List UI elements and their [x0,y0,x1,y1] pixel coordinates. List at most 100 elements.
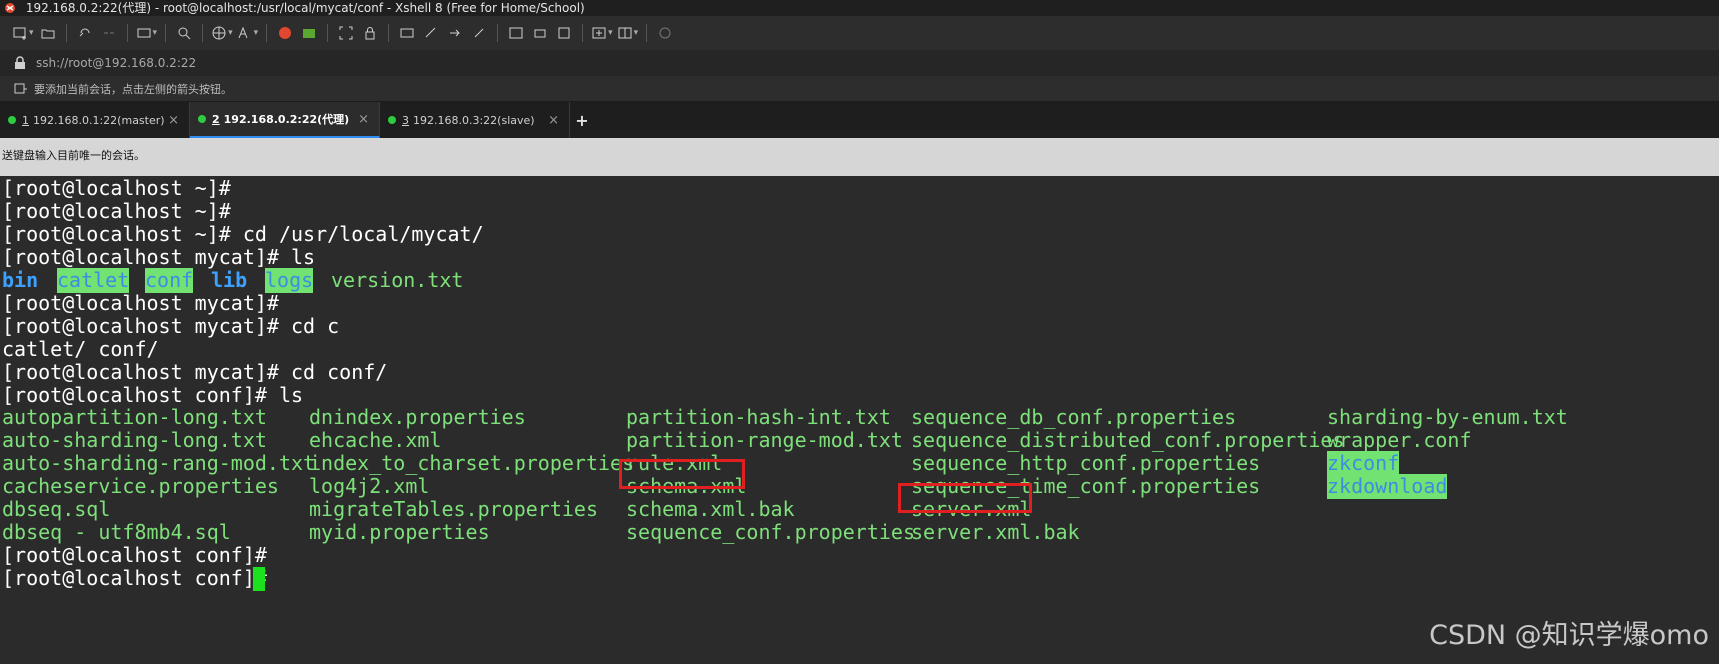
terminal-line: [root@localhost ~]# cd /usr/local/mycat/ [2,222,484,246]
toolbar-divider [266,24,268,42]
lock-icon[interactable] [360,22,380,44]
keyboard-icon[interactable] [397,22,417,44]
toolbar-divider [646,24,648,42]
new-session-icon[interactable]: ▾ [12,22,34,44]
terminal-line: [root@localhost mycat]# cd conf/ [2,360,388,384]
tab-number: 2 [212,112,220,126]
terminal-line: [root@localhost mycat]# cd c [2,314,340,338]
connected-status-icon [198,115,206,123]
font-icon[interactable]: ▾ [237,22,258,44]
file-entry: index_to_charset.properties [309,451,635,475]
connected-status-icon [8,116,16,124]
tab-number: 1 [22,113,29,127]
file-entry: sequence_http_conf.properties [911,451,1261,475]
chat-icon[interactable] [655,22,675,44]
close-icon[interactable]: × [548,113,559,128]
fullscreen-icon[interactable] [336,22,356,44]
send-icon[interactable] [445,22,465,44]
session-tab-bar: 1 192.168.0.1:22(master) × 2 192.168.0.2… [0,102,1719,138]
tab-label: 192.168.0.1:22(master) [33,113,165,127]
toolbar-divider [327,24,329,42]
highlight-box-server [898,483,1032,513]
terminal-line: [root@localhost mycat]# [2,291,279,315]
address-bar[interactable]: ssh://root@192.168.0.2:22 [0,50,1719,76]
open-folder-icon[interactable] [38,22,58,44]
toolbar-divider [582,24,584,42]
dir-entry: zkconf [1327,451,1400,476]
file-entry: ehcache.xml [309,428,442,452]
tab-number: 3 [402,113,409,127]
file-entry: server.xml.bak [911,520,1080,544]
terminal-prompt: [root@localhost conf]# [2,566,279,590]
log-icon[interactable] [554,22,574,44]
compose-icon[interactable] [506,22,526,44]
file-entry: wrapper.conf [1327,428,1472,452]
file-entry: partition-hash-int.txt [626,405,891,429]
dir-entry: bin [2,268,39,292]
file-transfer-icon[interactable] [299,22,319,44]
file-entry: version.txt [331,268,464,292]
file-entry: sequence_distributed_conf.properties [911,428,1345,452]
terminal-line: [root@localhost mycat]# ls [2,245,316,269]
terminal-output[interactable]: [root@localhost ~]# [root@localhost ~]# … [0,176,1719,664]
add-tab-button[interactable]: + [570,102,594,138]
file-entry: log4j2.xml [309,474,430,498]
file-entry: cacheservice.properties [2,474,279,498]
layout-icon[interactable]: ▾ [617,22,638,44]
file-entry: auto-sharding-long.txt [2,428,267,452]
session-hint-bar: 要添加当前会话，点击左侧的箭头按钮。 [0,76,1719,102]
file-entry: sharding-by-enum.txt [1327,405,1568,429]
add-icon[interactable]: ▾ [591,22,613,44]
file-entry: sequence_db_conf.properties [911,405,1237,429]
reconnect-icon[interactable] [75,22,95,44]
dir-entry: catlet [57,268,130,293]
tab-slave[interactable]: 3 192.168.0.3:22(slave) × [380,102,570,138]
dir-entry: conf [145,268,194,293]
file-entry: partition-range-mod.txt [626,428,903,452]
toolbar-divider [65,24,67,42]
tab-master[interactable]: 1 192.168.0.1:22(master) × [0,102,190,138]
close-icon[interactable]: × [168,113,179,128]
xshell-logo-icon [5,3,15,13]
xftp-icon[interactable] [275,22,295,44]
terminal-line: catlet/ conf/ [2,337,159,361]
dir-entry: zkdownload [1327,474,1448,499]
terminal-cursor [253,567,265,591]
globe-icon[interactable]: ▾ [211,22,233,44]
toolbar-divider [165,24,167,42]
close-icon[interactable]: × [358,112,369,127]
compose-notice: 送键盘输入目前唯一的会话。 [0,138,1719,176]
connected-status-icon [388,116,396,124]
session-manager-icon[interactable] [14,83,28,95]
tab-label: 192.168.0.3:22(slave) [413,113,535,127]
terminal-line: [root@localhost ~]# [2,176,231,200]
dir-entry: logs [265,268,314,293]
tunnel-icon[interactable] [530,22,550,44]
session-address: ssh://root@192.168.0.2:22 [36,56,197,70]
lock-icon [15,56,25,69]
dir-entry: lib [211,268,248,292]
hint-text: 要添加当前会话，点击左侧的箭头按钮。 [34,82,232,96]
terminal-line: [root@localhost ~]# [2,199,231,223]
terminal-line: [root@localhost conf]# [2,543,267,567]
file-entry: autopartition-long.txt [2,405,267,429]
file-entry: sequence_conf.properties [626,520,915,544]
toolbar: ▾ ▾ ▾ ▾ ▾ ▾ [0,16,1719,50]
toolbar-divider [388,24,390,42]
file-entry: schema.xml.bak [626,497,795,521]
properties-icon[interactable]: ▾ [136,22,157,44]
file-entry: dnindex.properties [309,405,526,429]
disconnect-icon[interactable] [99,22,119,44]
toolbar-divider [497,24,499,42]
file-entry: migrateTables.properties [309,497,598,521]
highlight-box-schema [619,459,745,489]
highlight-icon[interactable] [469,22,489,44]
title-bar: 192.168.0.2:22(代理) - root@localhost:/usr… [0,0,1719,16]
script-icon[interactable] [421,22,441,44]
tab-proxy[interactable]: 2 192.168.0.2:22(代理) × [190,102,380,138]
file-entry: auto-sharding-rang-mod.txt [2,451,316,475]
file-entry: dbseq.sql [2,497,111,521]
file-entry: myid.properties [309,520,490,544]
search-icon[interactable] [174,22,194,44]
toolbar-divider [126,24,128,42]
